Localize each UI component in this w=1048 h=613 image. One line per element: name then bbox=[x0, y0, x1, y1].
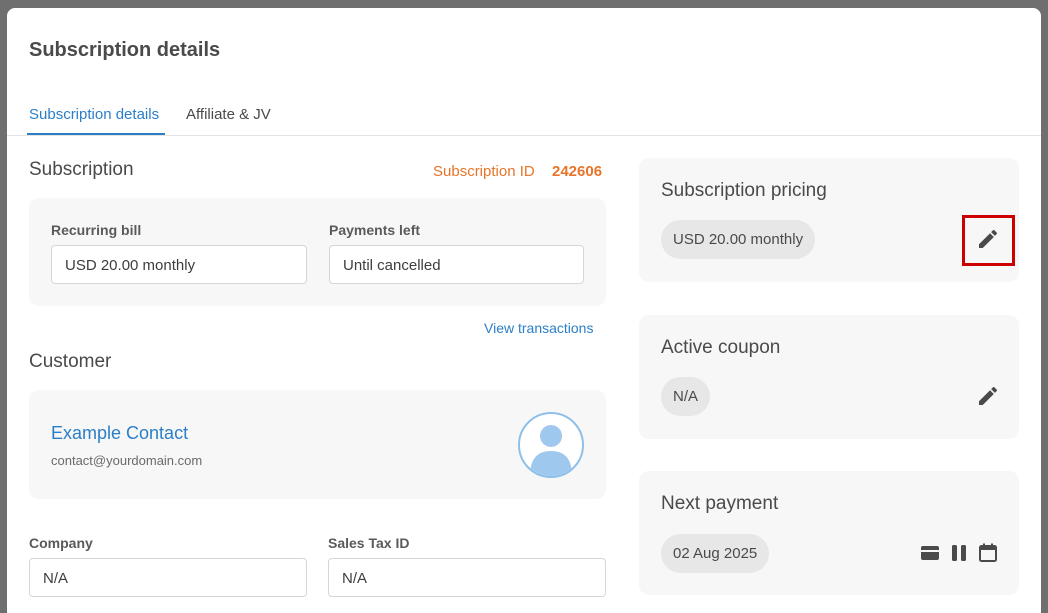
company-label: Company bbox=[29, 535, 93, 551]
pencil-icon[interactable] bbox=[976, 384, 1000, 408]
subscription-pricing-heading: Subscription pricing bbox=[661, 180, 827, 201]
subscription-id-value: 242606 bbox=[552, 163, 603, 180]
next-payment-card: Next payment 02 Aug 2025 bbox=[639, 471, 1019, 595]
subscription-details-modal: Subscription details Subscription detail… bbox=[7, 8, 1041, 613]
next-payment-value: 02 Aug 2025 bbox=[661, 534, 770, 573]
customer-heading: Customer bbox=[29, 351, 112, 372]
recurring-bill-field[interactable]: USD 20.00 monthly bbox=[51, 245, 307, 284]
subscription-heading: Subscription bbox=[29, 159, 134, 180]
tab-affiliate-jv[interactable]: Affiliate & JV bbox=[186, 106, 271, 123]
tab-bar: Subscription details Affiliate & JV bbox=[7, 102, 1041, 136]
view-transactions-link[interactable]: View transactions bbox=[484, 320, 593, 336]
modal-title: Subscription details bbox=[29, 39, 221, 61]
active-tab-indicator bbox=[27, 133, 165, 135]
sales-tax-id-field[interactable]: N/A bbox=[328, 558, 606, 597]
company-field[interactable]: N/A bbox=[29, 558, 307, 597]
pause-icon[interactable] bbox=[947, 541, 971, 565]
edit-pricing-highlight bbox=[962, 215, 1015, 266]
user-avatar-icon bbox=[518, 412, 584, 478]
active-coupon-value: N/A bbox=[661, 377, 711, 416]
payments-left-label: Payments left bbox=[329, 222, 421, 238]
recurring-bill-label: Recurring bill bbox=[51, 222, 142, 238]
payments-left-field[interactable]: Until cancelled bbox=[329, 245, 584, 284]
tab-subscription-details[interactable]: Subscription details bbox=[29, 106, 159, 123]
subscription-pricing-value: USD 20.00 monthly bbox=[661, 220, 816, 259]
customer-name-link[interactable]: Example Contact bbox=[51, 423, 188, 444]
customer-email: contact@yourdomain.com bbox=[51, 453, 203, 468]
active-coupon-heading: Active coupon bbox=[661, 337, 781, 358]
sales-tax-id-label: Sales Tax ID bbox=[328, 535, 410, 551]
next-payment-heading: Next payment bbox=[661, 493, 779, 514]
calendar-icon[interactable] bbox=[976, 541, 1000, 565]
subscription-card: Recurring bill USD 20.00 monthly Payment… bbox=[29, 198, 606, 306]
subscription-id-label: Subscription ID bbox=[433, 163, 535, 180]
active-coupon-card: Active coupon N/A bbox=[639, 315, 1019, 439]
credit-card-icon[interactable] bbox=[918, 541, 942, 565]
